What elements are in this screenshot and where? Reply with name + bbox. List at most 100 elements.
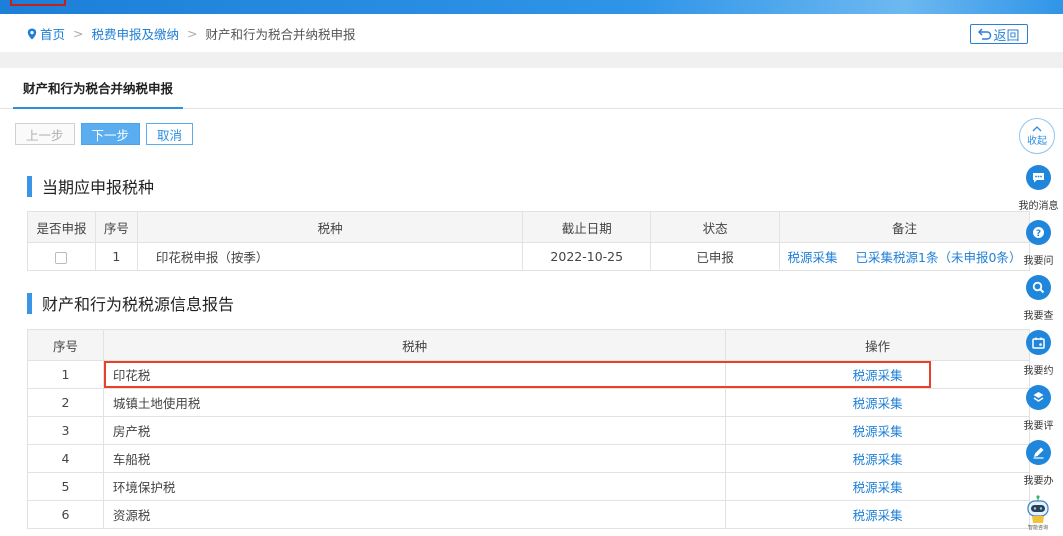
table-row: 6 资源税 税源采集	[27, 500, 1030, 529]
section-marker	[27, 292, 32, 314]
tax-source-collect-link[interactable]: 税源采集	[853, 396, 903, 411]
tab-combined-filing[interactable]: 财产和行为税合并纳税申报	[13, 68, 183, 109]
status: 已申报	[650, 242, 780, 271]
declare-checkbox[interactable]	[55, 251, 68, 264]
action-cell: 税源采集	[725, 388, 1030, 417]
tax-source-collect-link[interactable]: 税源采集	[853, 452, 903, 467]
rail-item-rate[interactable]: 我要评	[1014, 385, 1063, 432]
location-pin-icon	[27, 28, 37, 40]
rail-item-handle[interactable]: 我要办	[1014, 440, 1063, 487]
rail-item-label: 我要问	[1023, 256, 1054, 267]
table-row: 4 车船税 税源采集	[27, 444, 1030, 473]
table-header-row: 序号 税种 操作	[27, 329, 1030, 361]
question-icon: ?	[1026, 220, 1051, 245]
tax-name: 房产税	[102, 416, 727, 445]
breadcrumb-separator: >	[187, 25, 198, 41]
row-index: 6	[27, 500, 104, 529]
action-cell: 税源采集	[725, 416, 1030, 445]
rail-item-search[interactable]: 我要查	[1014, 275, 1063, 322]
tab-bar: 财产和行为税合并纳税申报	[0, 68, 1063, 109]
current-taxes-table: 是否申报 序号 税种 截止日期 状态 备注 1 印花税申报（按季） 2022-1…	[27, 211, 1030, 271]
assistant-robot-icon[interactable]: 智能咨询	[1024, 494, 1052, 532]
rail-item-ask[interactable]: ? 我要问	[1014, 220, 1063, 267]
table-row: 2 城镇土地使用税 税源采集	[27, 388, 1030, 417]
declare-checkbox-cell	[27, 242, 96, 271]
column-header: 截止日期	[522, 211, 652, 243]
column-header: 税种	[102, 329, 727, 361]
next-step-button[interactable]: 下一步	[80, 123, 141, 145]
column-header: 状态	[650, 211, 780, 243]
rate-icon	[1026, 385, 1051, 410]
deadline: 2022-10-25	[522, 242, 652, 271]
rail-item-label: 我要约	[1023, 366, 1054, 377]
table-row: 1 印花税申报（按季） 2022-10-25 已申报 税源采集 已采集税源1条（…	[27, 242, 1030, 271]
tax-name: 车船税	[102, 444, 727, 473]
section-marker	[27, 175, 32, 197]
table-row: 1 印花税 税源采集	[27, 360, 1030, 389]
row-index: 1	[27, 360, 104, 389]
tax-name: 资源税	[102, 500, 727, 529]
action-cell: 税源采集	[725, 500, 1030, 529]
column-header: 是否申报	[27, 211, 96, 243]
section-title-current-taxes: 当期应申报税种	[27, 174, 154, 198]
section-title-source-report: 财产和行为税税源信息报告	[27, 291, 234, 315]
column-header: 操作	[725, 329, 1030, 361]
column-header: 序号	[94, 211, 138, 243]
assistant-label: 智能咨询	[1027, 525, 1048, 531]
row-index: 3	[27, 416, 104, 445]
tax-name: 环境保护税	[102, 472, 727, 501]
row-index: 4	[27, 444, 104, 473]
top-banner	[0, 0, 1063, 14]
site-logo	[10, 0, 66, 6]
collapse-button[interactable]: 收起	[1019, 118, 1055, 154]
calendar-icon	[1026, 330, 1051, 355]
tax-source-collect-link[interactable]: 税源采集	[853, 424, 903, 439]
right-service-rail: 收起 我的消息 ? 我要问 我要查 我要约 我要评 我要办 智能咨询	[1014, 118, 1063, 534]
tax-source-collect-link[interactable]: 税源采集	[853, 480, 903, 495]
tax-name: 城镇土地使用税	[102, 388, 727, 417]
action-cell: 税源采集	[725, 472, 1030, 501]
tax-source-collect-link[interactable]: 税源采集	[853, 368, 903, 383]
section-divider	[0, 52, 1063, 68]
section-title-text: 当期应申报税种	[42, 178, 155, 197]
message-icon	[1026, 165, 1051, 190]
cancel-button[interactable]: 取消	[146, 123, 194, 145]
rail-item-label: 我要评	[1023, 421, 1054, 432]
tax-name: 印花税申报（按季）	[136, 242, 524, 271]
tax-source-table: 序号 税种 操作 1 印花税 税源采集 2 城镇土地使用税 税源采集 3 房产税…	[27, 329, 1030, 529]
tax-source-collect-link[interactable]: 税源采集	[853, 508, 903, 523]
prev-step-button[interactable]: 上一步	[15, 123, 75, 145]
back-arrow-icon	[978, 28, 992, 40]
step-buttons: 上一步 下一步 取消	[15, 123, 194, 145]
breadcrumb-home[interactable]: 首页	[40, 24, 65, 43]
breadcrumb-tax-filing[interactable]: 税费申报及缴纳	[92, 24, 180, 43]
edit-icon	[1026, 440, 1051, 465]
search-icon	[1026, 275, 1051, 300]
column-header: 备注	[779, 211, 1030, 243]
section-title-text: 财产和行为税税源信息报告	[42, 295, 235, 314]
rail-item-label: 我要查	[1023, 311, 1054, 322]
rail-item-messages[interactable]: 我的消息	[1014, 165, 1063, 212]
row-index: 1	[94, 242, 138, 271]
table-header-row: 是否申报 序号 税种 截止日期 状态 备注	[27, 211, 1030, 243]
row-index: 5	[27, 472, 104, 501]
svg-text:?: ?	[1036, 229, 1041, 239]
collapse-label: 收起	[1027, 135, 1047, 147]
table-row: 3 房产税 税源采集	[27, 416, 1030, 445]
rail-item-label: 我要办	[1023, 476, 1054, 487]
row-index: 2	[27, 388, 104, 417]
rail-item-label: 我的消息	[1018, 201, 1059, 212]
action-cell: 税源采集	[725, 444, 1030, 473]
rail-item-appointment[interactable]: 我要约	[1014, 330, 1063, 377]
collected-sources-link[interactable]: 已采集税源1条（未申报0条）	[856, 250, 1022, 265]
table-row: 5 环境保护税 税源采集	[27, 472, 1030, 501]
remark-cell: 税源采集 已采集税源1条（未申报0条）	[779, 242, 1030, 271]
breadcrumb-current: 财产和行为税合并纳税申报	[205, 26, 356, 42]
column-header: 序号	[27, 329, 104, 361]
back-button-label: 返回	[993, 28, 1020, 44]
tax-name: 印花税	[102, 360, 727, 389]
tax-source-collect-link[interactable]: 税源采集	[788, 250, 838, 265]
breadcrumb: 首页 > 税费申报及缴纳 > 财产和行为税合并纳税申报 返回	[0, 14, 1063, 52]
back-button[interactable]: 返回	[970, 24, 1028, 44]
column-header: 税种	[136, 211, 524, 243]
